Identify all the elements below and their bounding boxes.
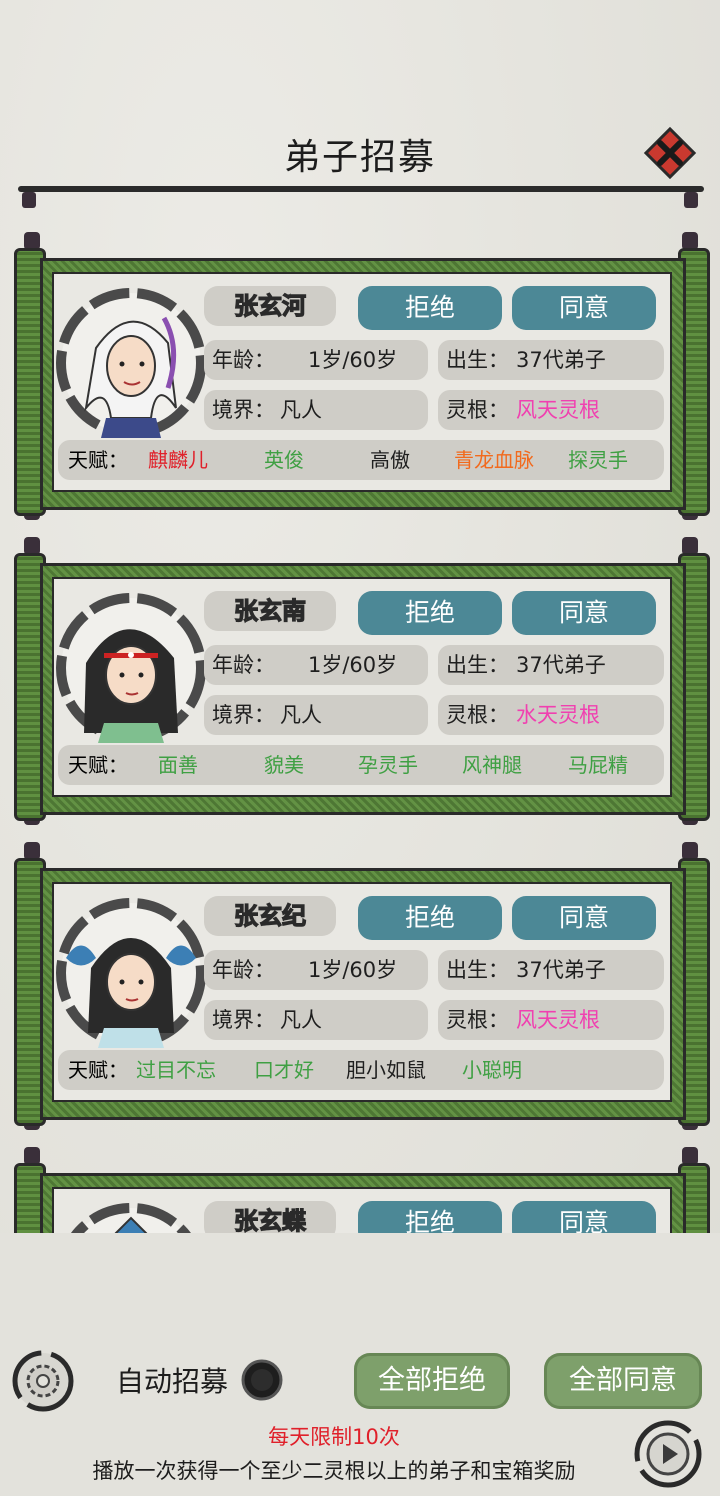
realm-row: 境界： 凡人 [204,390,428,430]
talent-tag: 面善 [158,753,198,777]
talent-tag: 探灵手 [568,448,628,472]
realm-value: 凡人 [280,703,322,727]
disciple-card: 张玄蝶 拒绝 同意 [0,1147,720,1234]
age-value: 1岁/60岁 [308,958,398,982]
birth-value: 37代弟子 [516,348,606,372]
root-value: 水天灵根 [516,703,600,727]
close-icon[interactable] [640,123,700,183]
root-label: 灵根： [446,398,509,422]
realm-label: 境界： [212,398,275,422]
disciple-name: 张玄南 [233,596,306,625]
talent-tag: 马屁精 [568,753,628,777]
agree-button[interactable]: 同意 [512,896,656,940]
realm-label: 境界： [212,703,275,727]
age-label: 年龄： [212,958,275,982]
realm-label: 境界： [212,1008,275,1032]
disciple-name: 张玄纪 [233,901,306,930]
root-value: 风天灵根 [516,1008,600,1032]
age-value: 1岁/60岁 [308,653,398,677]
talent-tag: 英俊 [264,448,304,472]
birth-row: 出生： 37代弟子 [438,340,664,380]
birth-value: 37代弟子 [516,653,606,677]
root-row: 灵根： 风天灵根 [438,390,664,430]
talent-label: 天赋： [68,448,128,472]
disciple-avatar [56,288,206,438]
reject-button[interactable]: 拒绝 [358,591,502,635]
talent-tag: 高傲 [370,448,410,472]
agree-button[interactable]: 同意 [512,286,656,330]
auto-recruit-label: 自动招募 [116,1365,229,1398]
header-divider [18,186,704,192]
talent-tag: 口才好 [254,1058,314,1082]
talent-tag: 貌美 [264,753,304,777]
name-pill: 张玄蝶 [204,1201,336,1234]
disciple-avatar [70,1203,192,1234]
disciple-avatar [56,898,206,1048]
birth-label: 出生： [446,958,509,982]
talent-tag: 风神腿 [462,753,522,777]
talent-tag: 孕灵手 [358,753,418,777]
age-value: 1岁/60岁 [308,348,398,372]
disciple-card: 张玄纪 拒绝 同意 年龄： 1岁/60岁 出生： 37代弟子 境界： 凡人 灵根… [0,842,720,1147]
birth-label: 出生： [446,653,509,677]
realm-row: 境界： 凡人 [204,695,428,735]
reject-button[interactable]: 拒绝 [358,286,502,330]
talent-tag: 麒麟儿 [148,448,208,472]
age-label: 年龄： [212,653,275,677]
age-row: 年龄： 1岁/60岁 [204,950,428,990]
name-pill: 张玄河 [204,286,336,326]
talent-label: 天赋： [68,1058,128,1082]
disciple-avatar [56,593,206,743]
agree-button[interactable]: 同意 [512,1201,656,1234]
root-row: 灵根： 风天灵根 [438,1000,664,1040]
talent-tag: 胆小如鼠 [346,1058,426,1082]
disciple-card: 张玄南 拒绝 同意 年龄： 1岁/60岁 出生： 37代弟子 境界： 凡人 灵根… [0,537,720,842]
talent-row: 天赋： 过目不忘 口才好 胆小如鼠 小聪明 [58,1050,664,1090]
daily-limit-text: 每天限制10次 [268,1425,400,1449]
birth-value: 37代弟子 [516,958,606,982]
page-title: 弟子招募 [283,137,436,178]
rod-knob-left [22,192,36,208]
talent-tag: 小聪明 [462,1058,522,1082]
disciple-name: 张玄河 [233,291,306,320]
root-row: 灵根： 水天灵根 [438,695,664,735]
disciple-card: 张玄河 拒绝 同意 年龄： 1岁/60岁 出生： 37代弟子 境界： 凡人 灵根… [0,232,720,537]
disciple-list[interactable]: 张玄河 拒绝 同意 年龄： 1岁/60岁 出生： 37代弟子 境界： 凡人 灵根… [0,222,720,1234]
play-icon[interactable] [634,1420,702,1488]
age-row: 年龄： 1岁/60岁 [204,645,428,685]
agree-button[interactable]: 同意 [512,591,656,635]
birth-label: 出生： [446,348,509,372]
talent-tag: 青龙血脉 [454,448,534,472]
root-label: 灵根： [446,1008,509,1032]
reward-text: 播放一次获得一个至少二灵根以上的弟子和宝箱奖励 [92,1459,576,1483]
age-label: 年龄： [212,348,275,372]
disciple-name: 张玄蝶 [233,1206,306,1234]
name-pill: 张玄南 [204,591,336,631]
birth-row: 出生： 37代弟子 [438,950,664,990]
birth-row: 出生： 37代弟子 [438,645,664,685]
toggle-icon[interactable] [240,1358,284,1402]
rod-knob-right [684,192,698,208]
talent-row: 天赋： 面善 貌美 孕灵手 风神腿 马屁精 [58,745,664,785]
realm-value: 凡人 [280,398,322,422]
reject-all-button[interactable]: 全部拒绝 [354,1353,510,1409]
agree-all-button[interactable]: 全部同意 [544,1353,702,1409]
talent-tag: 过目不忘 [136,1058,216,1082]
root-label: 灵根： [446,703,509,727]
realm-row: 境界： 凡人 [204,1000,428,1040]
gear-icon[interactable] [12,1350,74,1412]
reject-button[interactable]: 拒绝 [358,896,502,940]
talent-row: 天赋： 麒麟儿 英俊 高傲 青龙血脉 探灵手 [58,440,664,480]
name-pill: 张玄纪 [204,896,336,936]
talent-label: 天赋： [68,753,128,777]
realm-value: 凡人 [280,1008,322,1032]
root-value: 风天灵根 [516,398,600,422]
age-row: 年龄： 1岁/60岁 [204,340,428,380]
reject-button[interactable]: 拒绝 [358,1201,502,1234]
